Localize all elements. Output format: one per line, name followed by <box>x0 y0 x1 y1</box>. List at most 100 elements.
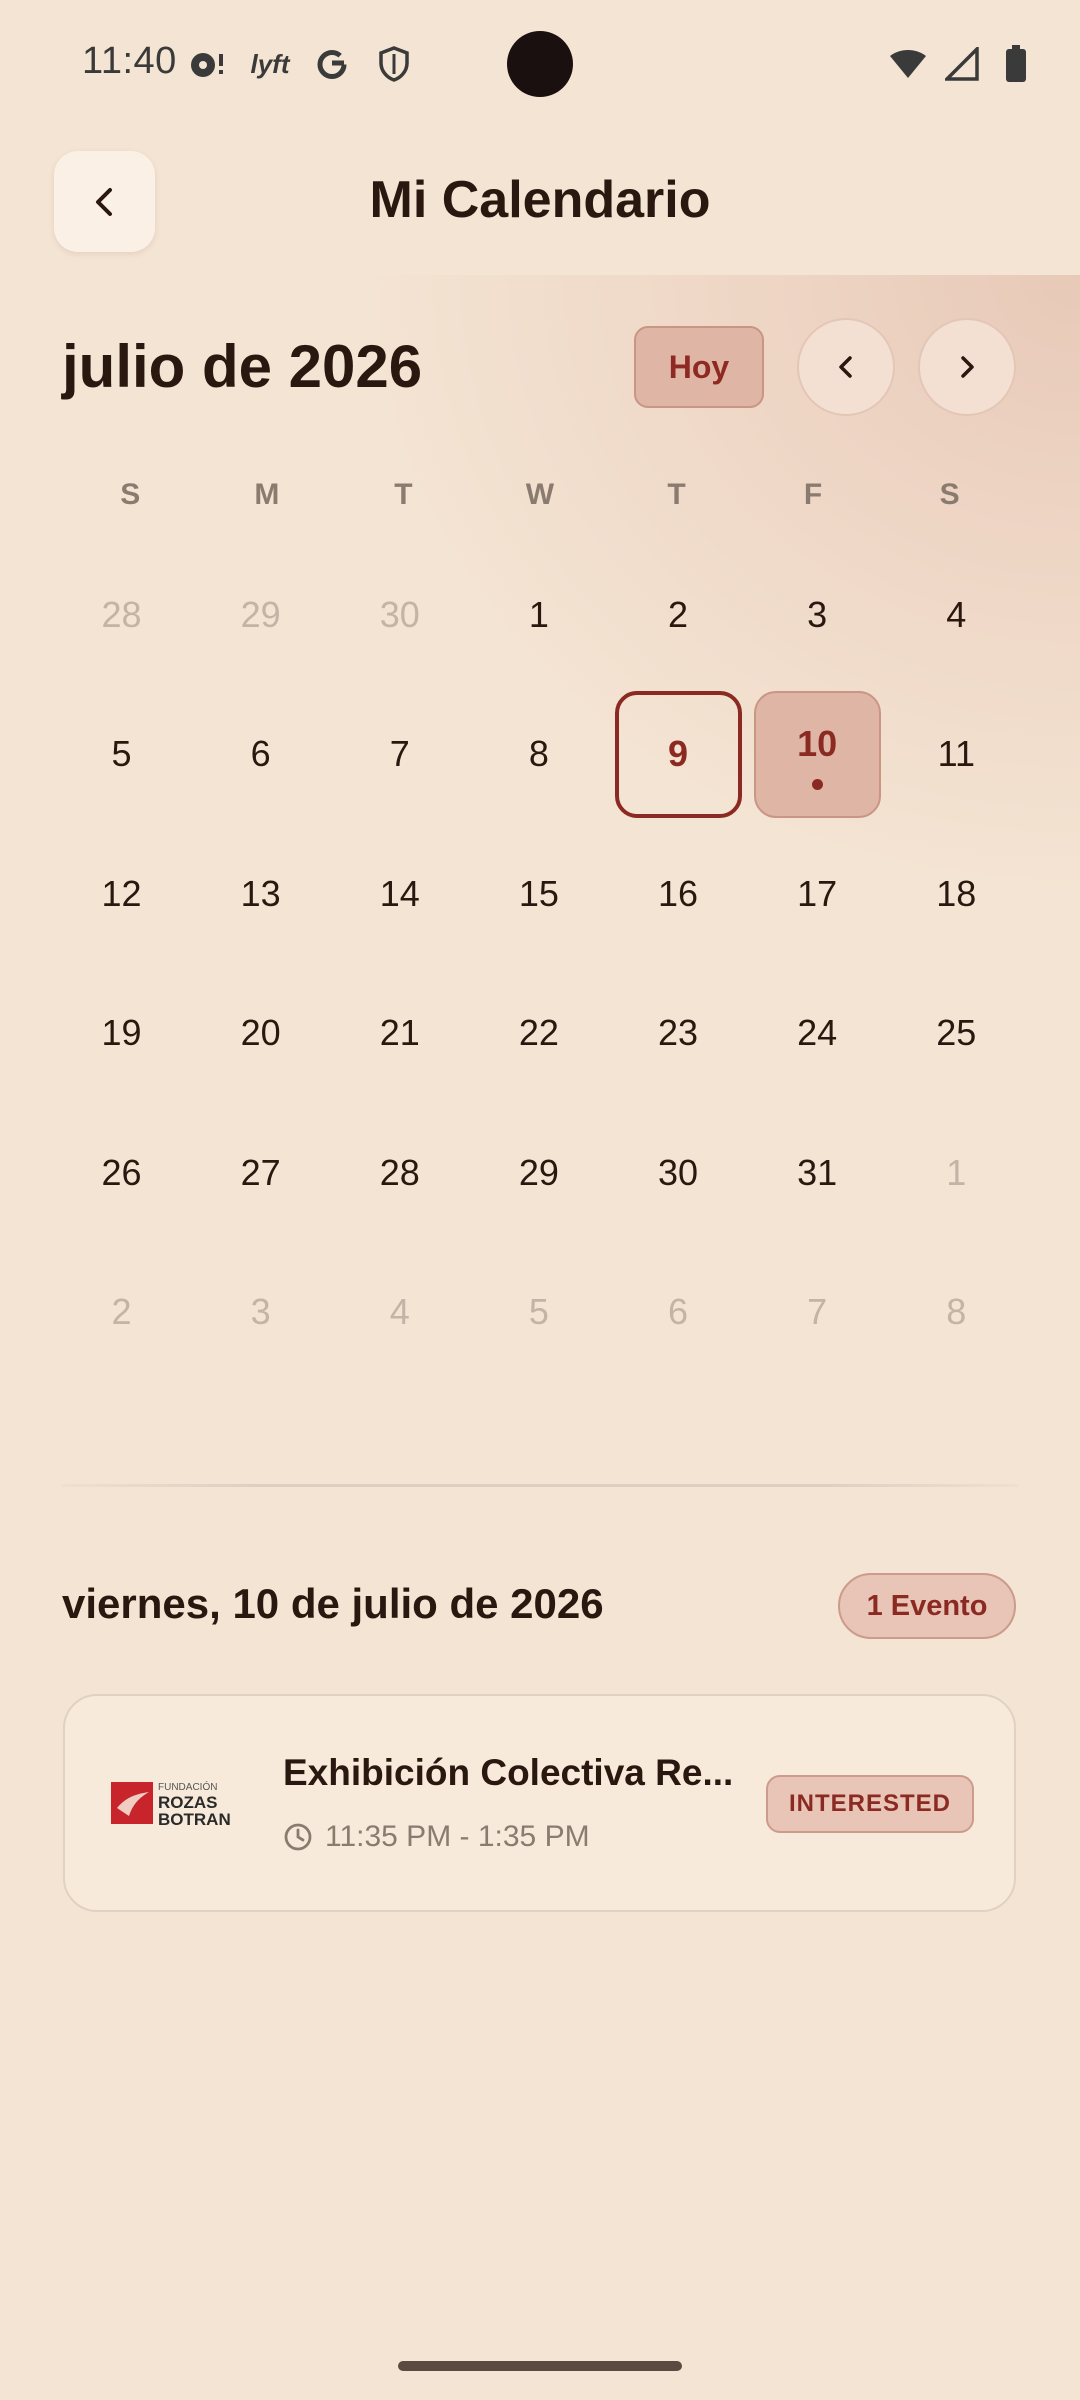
weekday-label: S <box>120 478 141 511</box>
calendar-day[interactable]: 2 <box>52 1243 191 1383</box>
calendar-day[interactable]: 6 <box>609 1243 748 1383</box>
weekday-label: T <box>667 478 686 511</box>
signal-icon <box>942 44 982 84</box>
next-month-button[interactable] <box>918 318 1016 416</box>
weekday-header: S M T W T F S <box>62 478 1018 528</box>
calendar-day-number: 3 <box>807 593 828 635</box>
calendar-day[interactable]: 23 <box>609 964 748 1104</box>
calendar-week-row: 12 13 14 15 16 17 18 <box>52 824 1026 964</box>
weekday-label: T <box>394 478 413 511</box>
calendar-day-number: 27 <box>240 1151 281 1193</box>
calendar-day[interactable]: 12 <box>52 824 191 964</box>
calendar-day-number: 28 <box>101 593 142 635</box>
calendar-day[interactable]: 3 <box>748 545 887 685</box>
calendar-day-number: 5 <box>528 1291 549 1333</box>
calendar-day[interactable]: 17 <box>748 824 887 964</box>
calendar-day[interactable]: 30 <box>330 545 469 685</box>
google-icon <box>312 44 352 84</box>
today-button[interactable]: Hoy <box>634 326 764 408</box>
status-icons-left: lyft <box>188 44 414 84</box>
calendar-day-number: 8 <box>528 733 549 775</box>
divider <box>62 1484 1018 1487</box>
calendar-day[interactable]: 5 <box>52 685 191 825</box>
event-card[interactable]: FUNDACIÓN ROZAS BOTRAN Exhibición Colect… <box>63 1694 1016 1912</box>
calendar-day-selected[interactable]: 10 <box>748 685 887 825</box>
calendar-day-today[interactable]: 9 <box>609 685 748 825</box>
calendar-day[interactable]: 31 <box>748 1103 887 1243</box>
interest-status-badge: INTERESTED <box>766 1775 974 1833</box>
calendar-day[interactable]: 24 <box>748 964 887 1104</box>
event-logo: FUNDACIÓN ROZAS BOTRAN <box>111 1778 241 1829</box>
calendar-day-number: 14 <box>379 872 420 914</box>
calendar-day[interactable]: 18 <box>887 824 1026 964</box>
calendar-day[interactable]: 8 <box>887 1243 1026 1383</box>
calendar-day-number: 15 <box>518 872 559 914</box>
prev-month-button[interactable] <box>797 318 895 416</box>
event-time-row: 11:35 PM - 1:35 PM <box>283 1820 590 1854</box>
calendar-day[interactable]: 15 <box>469 824 608 964</box>
calendar-day[interactable]: 1 <box>469 545 608 685</box>
shield-icon <box>374 44 414 84</box>
calendar-day[interactable]: 7 <box>748 1243 887 1383</box>
calendar-day-number: 30 <box>379 593 420 635</box>
calendar-day[interactable]: 11 <box>887 685 1026 825</box>
calendar-day[interactable]: 14 <box>330 824 469 964</box>
calendar-day[interactable]: 6 <box>191 685 330 825</box>
calendar-day-number: 4 <box>946 593 967 635</box>
calendar-day[interactable]: 2 <box>609 545 748 685</box>
calendar-day[interactable]: 16 <box>609 824 748 964</box>
calendar-day[interactable]: 28 <box>52 545 191 685</box>
calendar-day-number: 7 <box>389 733 410 775</box>
logo-text-fundacion: FUNDACIÓN <box>158 1780 217 1793</box>
calendar-day-number: 1 <box>528 593 549 635</box>
calendar-grid: 28 29 30 1 2 3 4 5 6 7 8 9 10 11 12 13 14 15 16 17 18 19 20 21 2… <box>52 545 1026 1382</box>
calendar-day-number: 7 <box>807 1291 828 1333</box>
lyft-icon: lyft <box>250 48 290 79</box>
calendar-day-number: 31 <box>797 1151 838 1193</box>
calendar-day-number: 26 <box>101 1151 142 1193</box>
calendar-day[interactable]: 22 <box>469 964 608 1104</box>
calendar-day[interactable]: 7 <box>330 685 469 825</box>
calendar-day[interactable]: 21 <box>330 964 469 1104</box>
calendar-day[interactable]: 27 <box>191 1103 330 1243</box>
clock-icon <box>284 1823 312 1851</box>
calendar-day[interactable]: 30 <box>609 1103 748 1243</box>
logo-text-botran: BOTRAN <box>158 1810 231 1828</box>
calendar-day-number: 3 <box>250 1291 271 1333</box>
weekday-label: M <box>254 478 280 511</box>
calendar-day[interactable]: 4 <box>330 1243 469 1383</box>
calendar-week-row: 19 20 21 22 23 24 25 <box>52 964 1026 1104</box>
calendar-day[interactable]: 3 <box>191 1243 330 1383</box>
calendar-day[interactable]: 13 <box>191 824 330 964</box>
event-time: 11:35 PM - 1:35 PM <box>325 1820 590 1853</box>
calendar-day[interactable]: 5 <box>469 1243 608 1383</box>
calendar-day-number: 23 <box>658 1012 699 1054</box>
calendar-day-number: 13 <box>240 872 281 914</box>
calendar-day[interactable]: 4 <box>887 545 1026 685</box>
home-indicator[interactable] <box>398 2361 682 2371</box>
calendar-week-row: 5 6 7 8 9 10 11 <box>52 685 1026 825</box>
calendar-day-number: 22 <box>518 1012 559 1054</box>
calendar-day[interactable]: 25 <box>887 964 1026 1104</box>
calendar-day[interactable]: 29 <box>191 545 330 685</box>
status-icons-right <box>888 44 1036 84</box>
calendar-day-number: 2 <box>111 1291 132 1333</box>
calendar-day[interactable]: 20 <box>191 964 330 1104</box>
calendar-day-number: 25 <box>936 1012 977 1054</box>
calendar-day[interactable]: 8 <box>469 685 608 825</box>
event-count-badge: 1 Evento <box>838 1573 1016 1639</box>
calendar-day[interactable]: 28 <box>330 1103 469 1243</box>
status-bar: 11:40 lyft <box>0 0 1080 130</box>
calendar-day[interactable]: 1 <box>887 1103 1026 1243</box>
selected-date-title: viernes, 10 de julio de 2026 <box>62 1580 604 1627</box>
event-indicator-dot <box>811 778 823 790</box>
calendar-day-number: 17 <box>797 872 838 914</box>
calendar-day[interactable]: 29 <box>469 1103 608 1243</box>
calendar-day[interactable]: 19 <box>52 964 191 1104</box>
calendar-day-number: 4 <box>389 1291 410 1333</box>
calendar-day[interactable]: 26 <box>52 1103 191 1243</box>
event-title: Exhibición Colectiva Re... <box>283 1752 734 1793</box>
battery-icon <box>996 44 1036 84</box>
calendar-day-number: 11 <box>937 733 975 775</box>
calendar-day-number: 18 <box>936 872 977 914</box>
